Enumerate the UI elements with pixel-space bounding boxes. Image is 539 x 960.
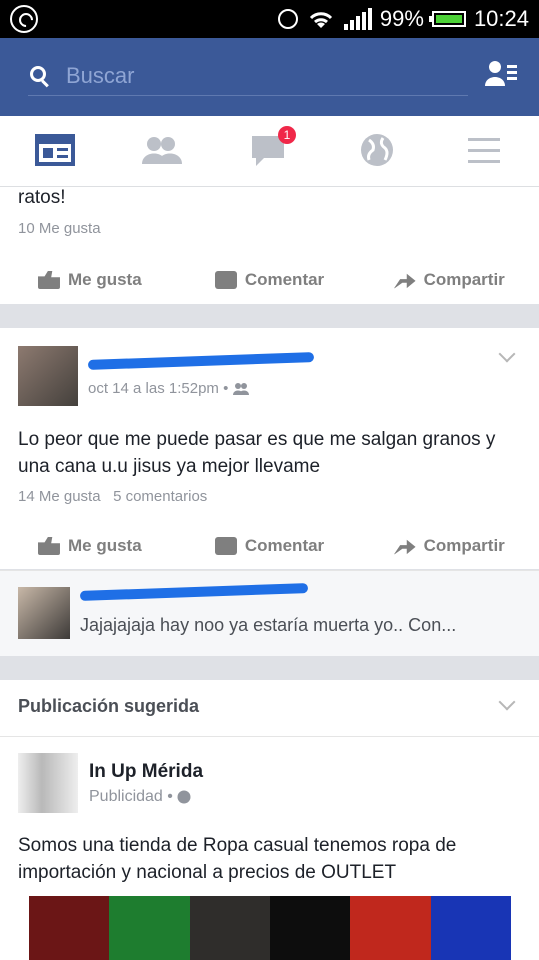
signal-bars-icon — [343, 8, 372, 30]
tab-notifications[interactable] — [355, 130, 399, 170]
alarm-icon — [277, 9, 298, 29]
tab-news-feed[interactable] — [34, 130, 78, 170]
comment-button[interactable]: Comentar — [180, 270, 360, 290]
tab-bar: 1 — [0, 116, 539, 187]
page-name[interactable]: In Up Mérida — [89, 761, 203, 783]
post-text: Lo peor que me puede pasar es que me sal… — [18, 429, 496, 477]
like-button[interactable]: Me gusta — [0, 270, 180, 290]
globe-icon — [361, 134, 393, 166]
like-count[interactable]: 10 Me gusta — [18, 220, 101, 237]
tab-friends[interactable] — [140, 130, 184, 170]
post-timestamp: oct 14 a las 1:52pm • — [88, 380, 229, 397]
friends-icon — [142, 137, 182, 164]
thumbs-up-icon — [37, 537, 60, 555]
share-button[interactable]: Compartir — [359, 536, 539, 556]
redaction-mark — [79, 583, 309, 601]
battery-icon — [428, 11, 466, 27]
status-bar: 99% 10:24 — [0, 0, 539, 38]
status-bar-right: 99% 10:24 — [277, 5, 529, 33]
author-avatar[interactable] — [18, 346, 78, 406]
redaction-mark — [87, 352, 315, 370]
ad-image[interactable] — [29, 896, 511, 960]
post-actions: Me gusta Comentar Compartir — [0, 257, 539, 303]
top-comment[interactable]: Jajajajaja hay noo ya estaría muerta yo.… — [0, 570, 539, 656]
tab-messages[interactable]: 1 — [248, 126, 296, 170]
post-options-chevron-icon[interactable] — [498, 345, 516, 363]
comment-icon — [214, 537, 237, 555]
post-stats: 14 Me gusta 5 comentarios — [18, 488, 207, 505]
search-placeholder: Buscar — [66, 63, 135, 88]
suggested-header-title: Publicación sugerida — [18, 696, 200, 716]
commenter-avatar[interactable] — [18, 587, 70, 639]
comment-label: Comentar — [244, 536, 325, 555]
post-card: oct 14 a las 1:52pm • Lo peor que me pue… — [0, 328, 539, 569]
wifi-icon — [309, 12, 332, 28]
clock: 10:24 — [473, 6, 529, 31]
tab-menu[interactable] — [462, 130, 506, 170]
battery-text: 99% — [379, 6, 424, 31]
comment-text: Jajajajaja hay noo ya estaría muerta yo.… — [80, 615, 457, 635]
friend-requests-icon[interactable] — [485, 60, 517, 86]
share-icon — [393, 273, 416, 289]
like-label: Me gusta — [67, 270, 142, 289]
post-card-partial: ratos! 10 Me gusta Me gusta Comentar Com… — [0, 187, 539, 304]
audience-friends-icon — [232, 383, 249, 396]
thumbs-up-icon — [37, 271, 60, 289]
sponsored-text: Somos una tienda de Ropa casual tenemos … — [18, 835, 457, 883]
comment-button[interactable]: Comentar — [180, 536, 360, 556]
post-text: ratos! — [18, 187, 66, 208]
like-button[interactable]: Me gusta — [0, 536, 180, 556]
sponsored-meta: Publicidad • — [89, 788, 191, 806]
post-meta: oct 14 a las 1:52pm • — [88, 380, 249, 397]
post-actions: Me gusta Comentar Compartir — [0, 523, 539, 569]
share-button[interactable]: Compartir — [359, 270, 539, 290]
hamburger-menu-icon — [468, 138, 500, 163]
news-feed-icon — [35, 134, 75, 166]
suggested-header: Publicación sugerida — [0, 680, 539, 737]
public-globe-icon — [177, 790, 191, 804]
page-avatar[interactable] — [18, 753, 78, 813]
notification-badge: 1 — [278, 126, 296, 144]
like-count[interactable]: 14 Me gusta — [18, 488, 101, 505]
search-icon — [30, 66, 46, 82]
search-input[interactable]: Buscar — [28, 59, 468, 96]
share-label: Compartir — [423, 536, 505, 555]
share-label: Compartir — [423, 270, 505, 289]
like-label: Me gusta — [67, 536, 142, 555]
comment-label: Comentar — [244, 270, 325, 289]
comment-icon — [214, 271, 237, 289]
comment-count[interactable]: 5 comentarios — [113, 488, 207, 505]
suggested-options-chevron-icon[interactable] — [498, 693, 516, 711]
top-bar: Buscar — [0, 38, 539, 116]
sponsored-label: Publicidad • — [89, 788, 173, 805]
share-icon — [393, 539, 416, 555]
whatsapp-icon — [10, 5, 38, 33]
